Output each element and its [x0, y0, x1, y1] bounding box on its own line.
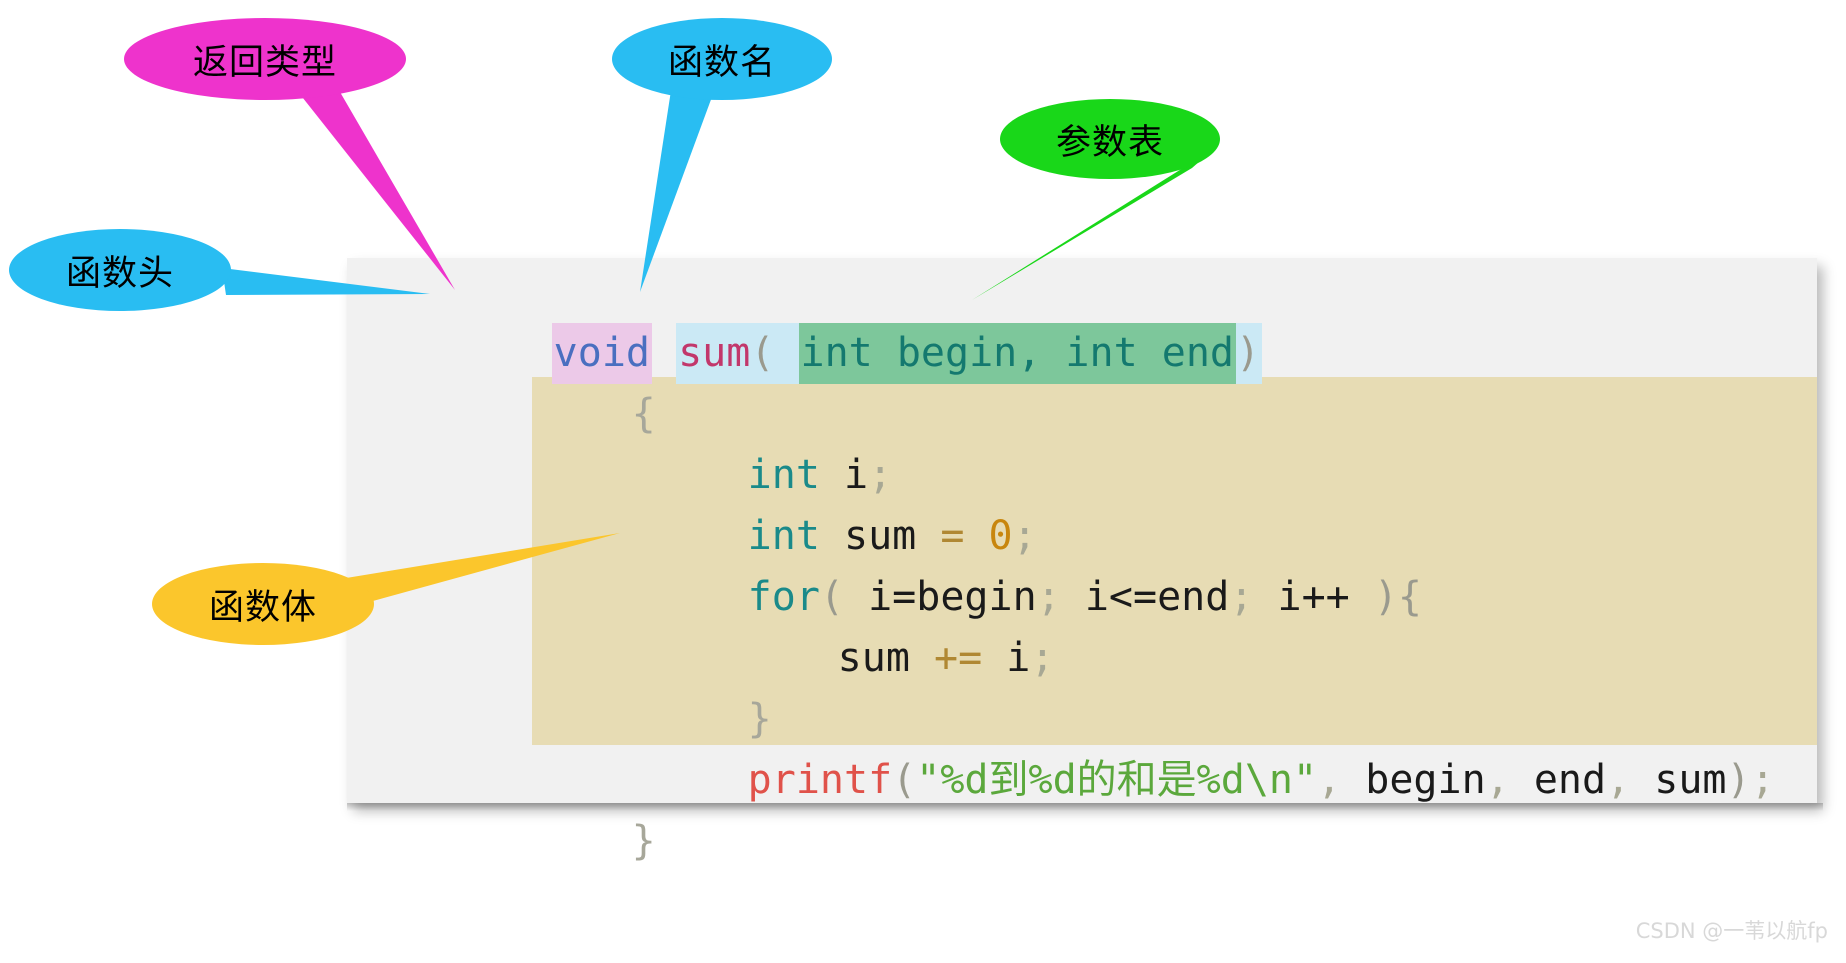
token-printf-close: ) [1726, 757, 1751, 803]
token-printf-arg-sum: sum [1654, 757, 1727, 803]
callout-return-type-label: 返回类型 [192, 42, 337, 83]
function-name-chip: sum( int begin, int end) [676, 323, 1263, 384]
token-for-close: ){ [1349, 574, 1422, 620]
callout-function-header-label: 函数头 [65, 253, 174, 294]
token-open-paren: ( [750, 330, 775, 376]
token-sum-operand: i [982, 635, 1031, 681]
code-panel: void sum( int begin, int end) { int i; i… [347, 258, 1823, 864]
token-plus-equals: += [933, 635, 983, 681]
callout-function-name-label: 函数名 [667, 42, 776, 83]
csdn-watermark: CSDN @一苇以航fp [1635, 919, 1828, 943]
callout-function-body[interactable]: 函数体 [152, 563, 374, 645]
code-line-close-brace: } [439, 750, 656, 933]
diagram-canvas: void sum( int begin, int end) { int i; i… [0, 0, 1846, 963]
token-close-brace: } [631, 818, 656, 864]
callout-parameter-list[interactable]: 参数表 [1000, 99, 1220, 179]
parameter-list-chip: int begin, int end [798, 323, 1236, 384]
code-listing: void sum( int begin, int end) { int i; i… [347, 258, 1817, 864]
token-printf-comma-2: , [1485, 757, 1534, 803]
token-printf-open: ( [892, 757, 917, 803]
token-for-increment: i++ [1277, 574, 1350, 620]
token-printf-comma-3: , [1606, 757, 1655, 803]
token-printf: printf [747, 757, 893, 803]
callout-parameter-list-label: 参数表 [1055, 122, 1164, 163]
callout-function-name[interactable]: 函数名 [612, 18, 832, 100]
code-line-printf: printf("%d到%d的和是%d\n", begin, end, sum); [555, 689, 1775, 872]
token-semi-3: ; [1030, 635, 1055, 681]
token-function-name: sum [678, 330, 751, 376]
token-parameters: int begin, int end [800, 330, 1234, 376]
token-sum-target: sum [837, 635, 934, 681]
token-printf-arg-begin: begin [1365, 757, 1486, 803]
token-close-paren: ) [1236, 330, 1261, 376]
token-for-condition: i<=end [1084, 574, 1230, 620]
token-for-semi-2: ; [1229, 574, 1278, 620]
callout-function-header[interactable]: 函数头 [9, 229, 231, 311]
token-format-string: "%d到%d的和是%d\n" [916, 757, 1318, 803]
token-semi-4: ; [1750, 757, 1775, 803]
token-space-2 [774, 330, 798, 376]
token-printf-arg-end: end [1533, 757, 1607, 803]
callout-return-type[interactable]: 返回类型 [124, 18, 406, 100]
callout-function-body-label: 函数体 [208, 587, 317, 628]
token-printf-comma-1: , [1317, 757, 1366, 803]
